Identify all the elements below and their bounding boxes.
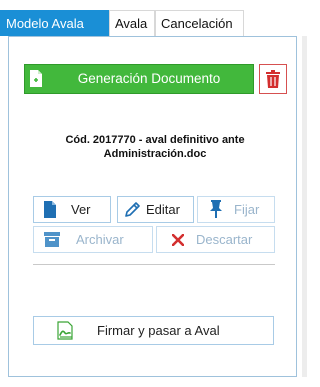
document-name-line2: Administración.doc	[103, 148, 207, 160]
archive-button[interactable]: Archivar	[33, 226, 153, 253]
scrollbar[interactable]	[302, 36, 307, 377]
delete-button[interactable]	[259, 64, 287, 94]
sign-button[interactable]: Firmar y pasar a Aval	[33, 316, 274, 345]
pencil-icon	[125, 202, 140, 217]
document-name: Cód. 2017770 - aval definitivo ante Admi…	[24, 133, 286, 161]
view-button[interactable]: Ver	[33, 196, 111, 223]
pin-button[interactable]: Fijar	[197, 196, 275, 223]
tab-cancelacion[interactable]: Cancelación	[155, 10, 244, 36]
x-icon	[172, 234, 184, 246]
document-icon	[44, 201, 56, 218]
pin-icon	[210, 200, 222, 218]
edit-button[interactable]: Editar	[117, 196, 194, 223]
archive-icon	[44, 232, 60, 247]
edit-label: Editar	[146, 202, 180, 217]
pin-label: Fijar	[234, 202, 260, 217]
signature-icon	[57, 321, 73, 340]
view-label: Ver	[71, 202, 91, 217]
divider	[33, 264, 275, 265]
discard-button[interactable]: Descartar	[156, 226, 275, 253]
tab-modelo-avala[interactable]: Modelo Avala	[0, 10, 109, 36]
generate-document-button[interactable]: Generación Documento	[24, 64, 254, 94]
tab-avala[interactable]: Avala	[109, 10, 155, 36]
sign-label: Firmar y pasar a Aval	[97, 323, 220, 338]
generate-document-label: Generación Documento	[77, 71, 221, 86]
document-name-line1: Cód. 2017770 - aval definitivo ante	[65, 134, 245, 146]
tab-bar: Modelo Avala Avala Cancelación	[0, 10, 300, 36]
archive-label: Archivar	[76, 232, 124, 247]
trash-icon	[266, 70, 280, 88]
discard-label: Descartar	[196, 232, 253, 247]
